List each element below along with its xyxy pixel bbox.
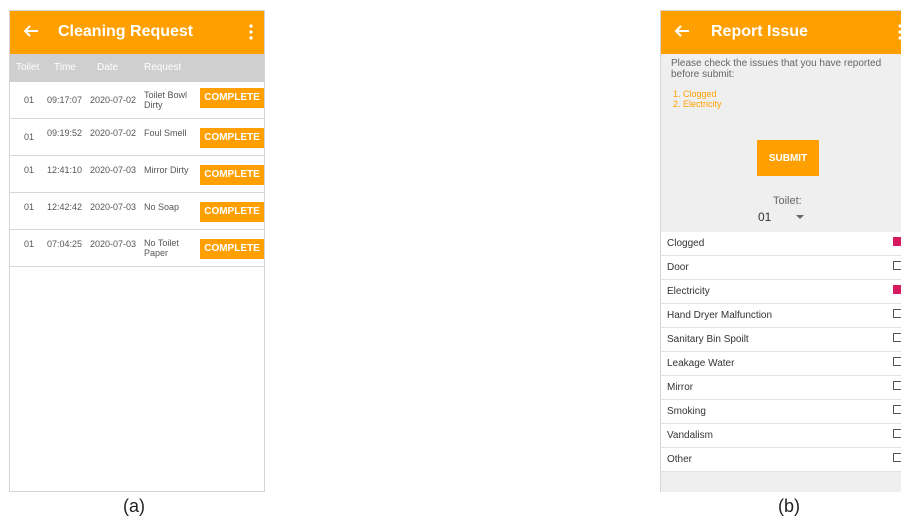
- instructions-text: Please check the issues that you have re…: [671, 58, 882, 80]
- table-row: 01 12:42:42 2020-07-03 No Soap COMPLETE: [10, 193, 264, 230]
- checkbox-icon[interactable]: [893, 309, 901, 318]
- complete-button[interactable]: COMPLETE: [200, 88, 264, 108]
- cleaning-request-screen: Cleaning Request Toilet Time Date Reques…: [9, 10, 265, 492]
- checkbox-icon[interactable]: [893, 357, 901, 366]
- date-cell: 2020-07-03: [90, 202, 137, 212]
- reported-item: 2. Electricity: [673, 99, 722, 109]
- toilet-value: 01: [758, 210, 772, 224]
- issue-row-sanitary-bin[interactable]: Sanitary Bin Spoilt: [661, 328, 901, 352]
- table-row: 01 09:19:52 2020-07-02 Foul Smell COMPLE…: [10, 119, 264, 156]
- issue-label: Hand Dryer Malfunction: [667, 310, 773, 321]
- issue-row-electricity[interactable]: Electricity: [661, 280, 901, 304]
- reported-issues-list: 1. Clogged 2. Electricity: [673, 89, 722, 109]
- submit-button[interactable]: SUBMIT: [757, 140, 819, 176]
- issue-label: Other: [667, 454, 693, 465]
- issue-row-door[interactable]: Door: [661, 256, 901, 280]
- issue-row-clogged[interactable]: Clogged: [661, 232, 901, 256]
- checkbox-icon[interactable]: [893, 381, 901, 390]
- date-cell: 2020-07-03: [90, 165, 137, 175]
- back-arrow-icon[interactable]: [673, 22, 691, 40]
- table-row: 01 09:17:07 2020-07-02 Toilet Bowl Dirty…: [10, 82, 264, 119]
- time-cell: 07:04:25: [47, 239, 83, 249]
- complete-button[interactable]: COMPLETE: [200, 202, 264, 222]
- request-cell: Toilet Bowl Dirty: [144, 90, 188, 110]
- more-menu-icon[interactable]: [897, 22, 901, 42]
- screen-title: Report Issue: [711, 23, 808, 40]
- back-arrow-icon[interactable]: [22, 22, 40, 40]
- more-menu-icon[interactable]: [248, 22, 254, 42]
- complete-button[interactable]: COMPLETE: [200, 128, 264, 148]
- table-row: 01 12:41:10 2020-07-03 Mirror Dirty COMP…: [10, 156, 264, 193]
- complete-button[interactable]: COMPLETE: [200, 239, 264, 259]
- toilet-cell: 01: [24, 165, 35, 175]
- table-row: 01 07:04:25 2020-07-03 No Toilet Paper C…: [10, 230, 264, 267]
- app-bar: Report Issue: [661, 11, 901, 54]
- checkbox-icon[interactable]: [893, 261, 901, 270]
- toilet-cell: 01: [24, 95, 35, 105]
- complete-button[interactable]: COMPLETE: [200, 165, 264, 185]
- request-list: 01 09:17:07 2020-07-02 Toilet Bowl Dirty…: [10, 82, 264, 267]
- request-cell: No Toilet Paper: [144, 238, 179, 258]
- date-cell: 2020-07-02: [90, 95, 137, 105]
- issue-row-smoking[interactable]: Smoking: [661, 400, 901, 424]
- caption-a: (a): [123, 496, 145, 516]
- issue-label: Clogged: [667, 238, 705, 249]
- column-header-toilet: Toilet: [16, 62, 40, 73]
- toilet-cell: 01: [24, 239, 35, 249]
- time-cell: 12:41:10: [47, 165, 83, 175]
- time-cell: 09:19:52: [47, 128, 83, 138]
- issue-label: Mirror: [667, 382, 694, 393]
- column-header-request: Request: [144, 62, 182, 73]
- issue-row-hand-dryer[interactable]: Hand Dryer Malfunction: [661, 304, 901, 328]
- caption-b: (b): [778, 496, 800, 516]
- reported-item: 1. Clogged: [673, 89, 717, 99]
- request-cell: Mirror Dirty: [144, 165, 189, 175]
- issue-label: Vandalism: [667, 430, 713, 441]
- checkbox-icon[interactable]: [893, 333, 901, 342]
- request-cell: Foul Smell: [144, 128, 187, 138]
- issue-label: Electricity: [667, 286, 710, 297]
- issue-label: Leakage Water: [667, 358, 735, 369]
- time-cell: 09:17:07: [47, 95, 83, 105]
- toilet-dropdown[interactable]: 01: [758, 210, 818, 226]
- issue-label: Sanitary Bin Spoilt: [667, 334, 749, 345]
- toilet-cell: 01: [24, 132, 35, 142]
- issue-label: Smoking: [667, 406, 706, 417]
- issue-checklist: Clogged Door Electricity Hand Dryer Malf…: [661, 232, 901, 472]
- checkbox-icon[interactable]: [893, 405, 901, 414]
- issue-row-leakage-water[interactable]: Leakage Water: [661, 352, 901, 376]
- checkbox-icon[interactable]: [893, 285, 901, 294]
- app-bar: Cleaning Request: [10, 11, 264, 54]
- report-issue-screen: Report Issue Please check the issues tha…: [660, 10, 901, 492]
- checkbox-icon[interactable]: [893, 237, 901, 246]
- issue-row-vandalism[interactable]: Vandalism: [661, 424, 901, 448]
- toilet-label: Toilet:: [773, 195, 802, 207]
- column-header-time: Time: [54, 62, 76, 73]
- screen-title: Cleaning Request: [58, 23, 194, 40]
- issue-row-other[interactable]: Other: [661, 448, 901, 472]
- toilet-cell: 01: [24, 202, 35, 212]
- checkbox-icon[interactable]: [893, 429, 901, 438]
- issue-row-mirror[interactable]: Mirror: [661, 376, 901, 400]
- date-cell: 2020-07-03: [90, 239, 137, 249]
- table-header: Toilet Time Date Request: [10, 54, 264, 82]
- request-cell: No Soap: [144, 202, 180, 212]
- date-cell: 2020-07-02: [90, 128, 137, 138]
- checkbox-icon[interactable]: [893, 453, 901, 462]
- column-header-date: Date: [97, 62, 119, 73]
- time-cell: 12:42:42: [47, 202, 83, 212]
- issue-label: Door: [667, 262, 689, 273]
- caret-down-icon: [796, 215, 804, 219]
